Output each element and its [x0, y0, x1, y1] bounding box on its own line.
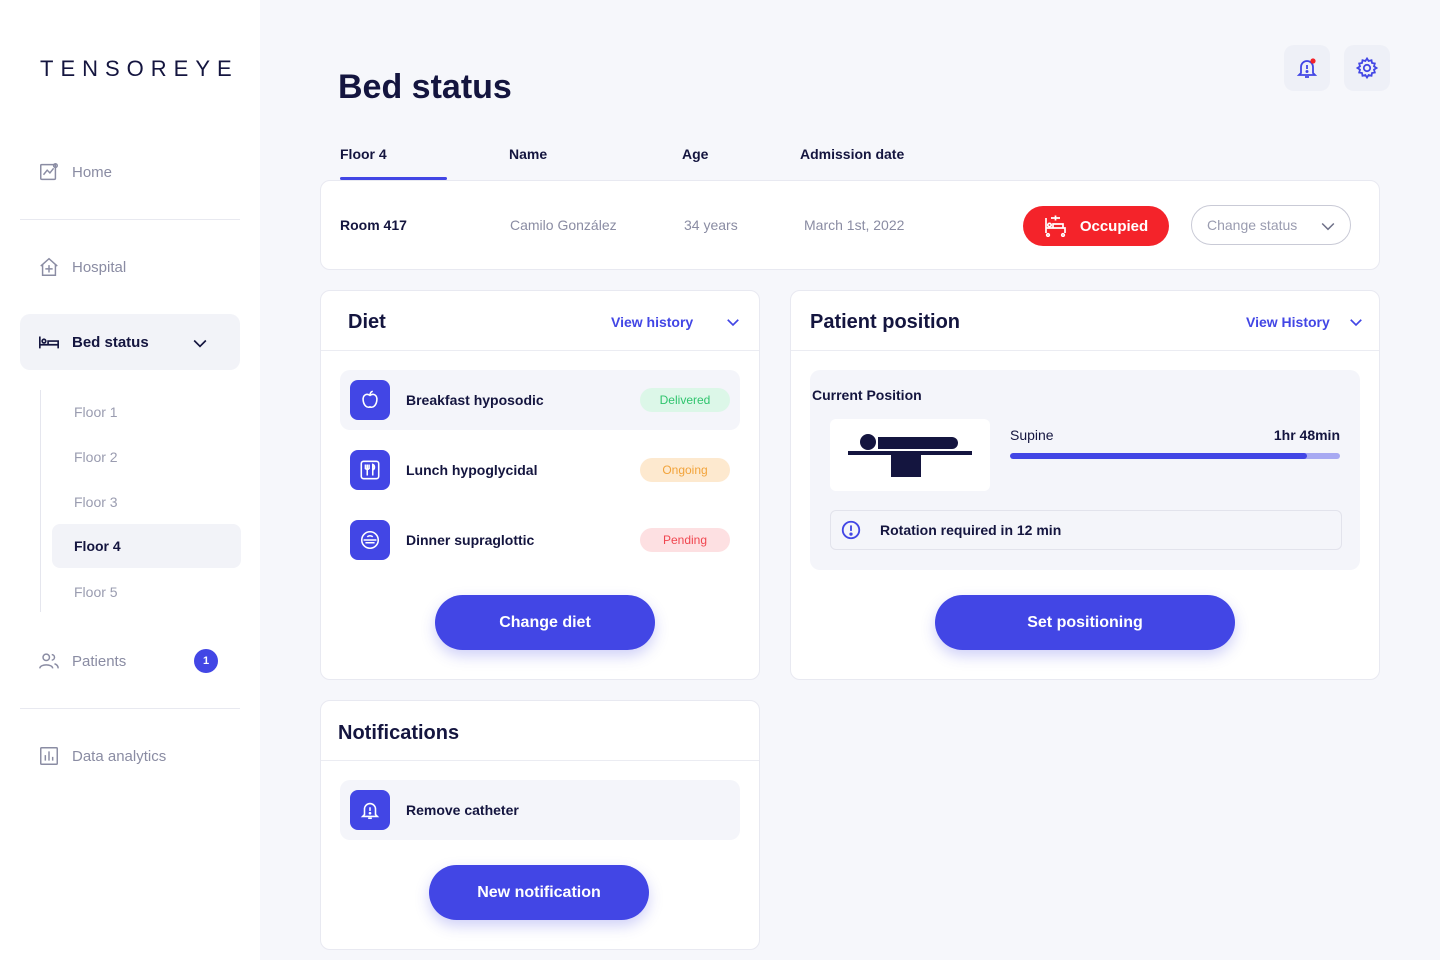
- sidebar-item-label: Home: [72, 163, 113, 181]
- supine-patient-icon: [848, 434, 972, 477]
- diet-item-label: Dinner supraglottic: [406, 532, 535, 548]
- sidebar-subitem-floor-4[interactable]: Floor 4: [52, 524, 241, 568]
- sidebar-item-label: Hospital: [72, 258, 127, 276]
- status-badge: Pending: [640, 528, 730, 552]
- diet-item-label: Lunch hypoglycidal: [406, 462, 538, 478]
- diet-view-history-link[interactable]: View history: [611, 314, 693, 330]
- sidebar-subitem-floor-2[interactable]: Floor 2: [52, 435, 241, 479]
- app-logo: TENSOREYE: [40, 56, 239, 81]
- table-row: Room 417 Camilo González 34 years March …: [320, 180, 1380, 270]
- change-status-select[interactable]: Change status: [1191, 205, 1351, 245]
- patient-position-card-header: Patient position View History: [791, 291, 1379, 351]
- position-progress-fill: [1010, 453, 1307, 459]
- room-cell: Room 417: [340, 217, 407, 233]
- list-item[interactable]: Breakfast hyposodic Delivered: [340, 370, 740, 430]
- sidebar-divider: [20, 219, 240, 220]
- diet-card-header: Diet View history: [321, 291, 759, 351]
- settings-button[interactable]: [1344, 45, 1390, 91]
- patients-count-badge: 1: [194, 649, 218, 673]
- notifications-title: Notifications: [338, 722, 460, 744]
- supine-position-figure: [830, 419, 990, 491]
- sidebar-item-home[interactable]: Home: [20, 144, 240, 200]
- bowl-icon: [360, 530, 380, 550]
- diet-item-icon-box: [350, 450, 390, 490]
- patient-position-title: Patient position: [810, 311, 960, 333]
- admission-date-cell: March 1st, 2022: [804, 217, 905, 233]
- list-item[interactable]: Dinner supraglottic Pending: [340, 510, 740, 570]
- notification-item-label: Remove catheter: [406, 802, 519, 818]
- users-icon: [39, 653, 59, 669]
- sidebar-subitem-floor-5[interactable]: Floor 5: [52, 570, 241, 614]
- sidebar-item-bed-status[interactable]: Bed status: [20, 314, 240, 370]
- chevron-down-icon[interactable]: [190, 333, 210, 353]
- column-header-name: Name: [509, 146, 548, 162]
- list-item[interactable]: Remove catheter: [340, 780, 740, 840]
- column-header-admission-date: Admission date: [800, 146, 905, 162]
- hospital-bed-icon: [1044, 215, 1066, 237]
- fork-knife-icon: [360, 460, 380, 480]
- sidebar-item-patients[interactable]: Patients 1: [20, 633, 240, 689]
- info-circle-icon: [841, 520, 861, 540]
- position-duration: 1hr 48min: [1273, 427, 1340, 443]
- patient-name-cell: Camilo González: [510, 217, 617, 233]
- hospital-icon: [40, 257, 58, 276]
- notifications-button[interactable]: [1284, 45, 1330, 91]
- sidebar-item-data-analytics[interactable]: Data analytics: [20, 728, 240, 784]
- notifications-card: Notifications Remove catheter New notifi…: [320, 700, 760, 950]
- change-status-placeholder: Change status: [1207, 217, 1298, 233]
- diet-item-label: Breakfast hyposodic: [406, 392, 544, 408]
- bed-icon: [39, 336, 59, 349]
- status-badge: Delivered: [640, 388, 730, 412]
- chevron-down-icon: [1321, 222, 1335, 231]
- sidebar-subitem-floor-1[interactable]: Floor 1: [52, 390, 241, 434]
- tab-floor-4[interactable]: Floor 4: [340, 146, 387, 162]
- gear-icon: [1355, 56, 1379, 80]
- sidebar-item-hospital[interactable]: Hospital: [20, 239, 240, 295]
- column-header-age: Age: [682, 146, 709, 162]
- new-notification-button[interactable]: New notification: [429, 865, 649, 920]
- floor-subnav: Floor 1 Floor 2 Floor 3 Floor 4 Floor 5: [40, 390, 241, 614]
- chevron-down-icon[interactable]: [1347, 313, 1365, 331]
- bell-alert-icon: [1296, 58, 1318, 78]
- sidebar-item-label: Data analytics: [72, 747, 167, 765]
- bell-alert-icon: [360, 802, 380, 820]
- sidebar-divider: [20, 708, 240, 709]
- apple-icon: [362, 390, 378, 408]
- change-diet-button[interactable]: Change diet: [435, 595, 655, 650]
- position-view-history-link[interactable]: View History: [1246, 314, 1330, 330]
- sidebar-item-label: Bed status: [72, 333, 149, 351]
- status-badge: Ongoing: [640, 458, 730, 482]
- current-position-heading: Current Position: [812, 387, 922, 403]
- sidebar: TENSOREYE Home Hospital Bed status Floor…: [0, 0, 260, 960]
- notifications-card-header: Notifications: [321, 701, 759, 761]
- sidebar-item-label: Patients: [72, 652, 127, 670]
- rotation-alert-text: Rotation required in 12 min: [880, 522, 1062, 538]
- diet-item-icon-box: [350, 520, 390, 560]
- diet-item-icon-box: [350, 380, 390, 420]
- notification-item-icon-box: [350, 790, 390, 830]
- patient-position-card: Patient position View History Current Po…: [790, 290, 1380, 680]
- diet-card-title: Diet: [348, 311, 386, 333]
- rotation-alert: Rotation required in 12 min: [830, 510, 1342, 550]
- chevron-down-icon[interactable]: [724, 313, 742, 331]
- sidebar-subitem-floor-3[interactable]: Floor 3: [52, 480, 241, 524]
- page-title: Bed status: [338, 68, 512, 106]
- age-cell: 34 years: [684, 217, 738, 233]
- occupied-status-badge: Occupied: [1023, 206, 1169, 246]
- set-positioning-button[interactable]: Set positioning: [935, 595, 1235, 650]
- chart-line-icon: [40, 163, 58, 181]
- occupied-status-label: Occupied: [1079, 217, 1149, 235]
- position-name: Supine: [1010, 427, 1054, 443]
- list-item[interactable]: Lunch hypoglycidal Ongoing: [340, 440, 740, 500]
- position-progress-bar: [1010, 453, 1340, 459]
- bar-chart-icon: [40, 747, 58, 765]
- diet-card: Diet View history Breakfast hyposodic De…: [320, 290, 760, 680]
